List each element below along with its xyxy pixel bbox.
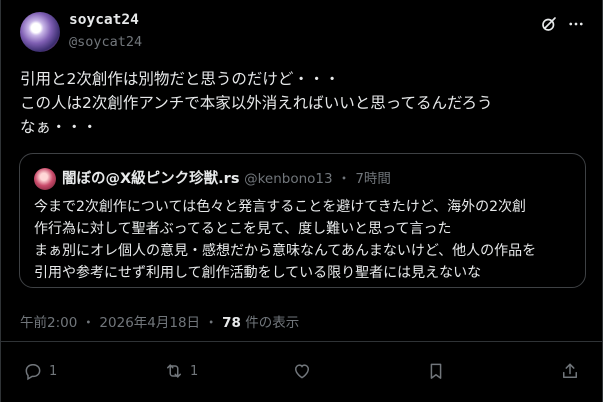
meta-separator: ・ (204, 315, 218, 331)
heart-icon (294, 364, 310, 379)
meta-separator: ・ (81, 315, 96, 331)
reply-count: 1 (49, 363, 58, 379)
reply-button[interactable]: 1 (23, 356, 57, 386)
post: soycat24 @soycat24 引用と2次創作は別物だと思うのだけど・・・… (0, 0, 603, 402)
quoted-line: 引用や参考にせず利用して創作活動をしている限り聖者には見えないな (34, 265, 482, 281)
like-button[interactable] (292, 356, 312, 386)
quoted-author-handle: @kenbono13 (244, 171, 333, 187)
share-icon (563, 363, 577, 378)
post-text: 引用と2次創作は別物だと思うのだけど・・・ この人は2次創作アンチで本家以外消え… (20, 67, 585, 139)
author-name[interactable]: soycat24 (69, 12, 139, 28)
avatar[interactable] (20, 12, 60, 52)
quoted-line: まぁ別にオレ個人の意見・感想だから意味なんてあんまないけど、他人の作品を (34, 243, 537, 259)
repost-button[interactable]: 1 (164, 356, 198, 386)
action-bar: 1 1 (1, 356, 603, 386)
share-button[interactable] (560, 356, 580, 386)
quoted-time: 7時間 (355, 171, 391, 187)
divider (1, 341, 603, 342)
more-dots-icon[interactable] (565, 13, 587, 35)
post-time[interactable]: 午前2:00 (20, 315, 77, 331)
post-meta: 午前2:00 ・ 2026年4月18日 ・ 78 件の表示 (20, 311, 299, 331)
quoted-line: 今まで2次創作については色々と発言することを避けてきたけど、海外の2次創 (34, 199, 526, 215)
grok-icon[interactable] (538, 13, 560, 35)
view-count: 78 (222, 315, 241, 331)
view-label: 件の表示 (245, 315, 300, 331)
quoted-avatar (34, 168, 56, 190)
quoted-text: 今まで2次創作については色々と発言することを避けてきたけど、海外の2次創 作行為… (34, 196, 536, 284)
post-line: 引用と2次創作は別物だと思うのだけど・・・ (20, 70, 340, 88)
bookmark-button[interactable] (426, 356, 446, 386)
quoted-header: 闇ぼの@X級ピンク珍獣.rs @kenbono13 ・ 7時間 (62, 167, 391, 188)
repost-count: 1 (190, 363, 199, 379)
post-line: この人は2次創作アンチで本家以外消えればいいと思ってるんだろう (20, 94, 493, 112)
quoted-author-name: 闇ぼの@X級ピンク珍獣.rs (62, 171, 240, 187)
post-date[interactable]: 2026年4月18日 (99, 315, 200, 331)
quoted-post[interactable]: 闇ぼの@X級ピンク珍獣.rs @kenbono13 ・ 7時間 今まで2次創作に… (19, 153, 586, 288)
post-line: なぁ・・・ (20, 118, 98, 136)
quoted-separator: ・ (337, 171, 351, 187)
repost-icon (167, 364, 181, 378)
reply-icon (25, 364, 41, 381)
quoted-line: 作行為に対して聖者ぶってるとこを見て、度し難いと思って言った (34, 221, 452, 237)
bookmark-icon (430, 363, 442, 379)
author-handle[interactable]: @soycat24 (69, 34, 142, 50)
